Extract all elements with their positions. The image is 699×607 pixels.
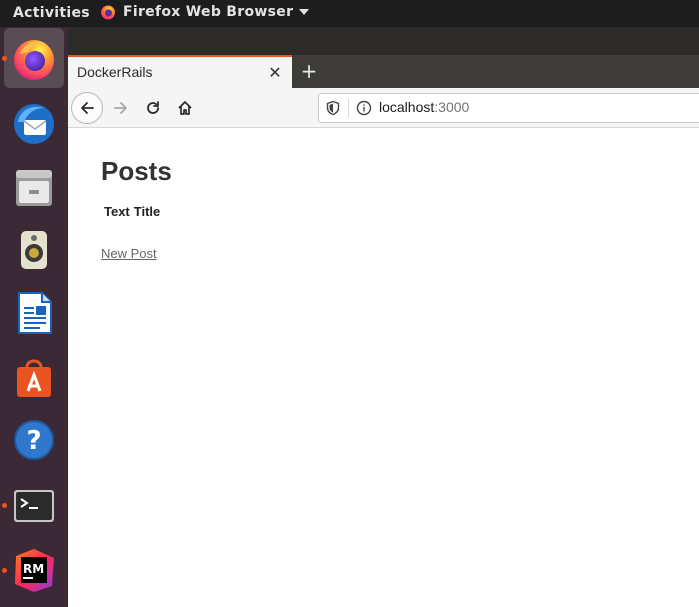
thunderbird-icon [14,104,54,144]
rubymine-icon: RM [15,549,54,592]
running-indicator [2,56,7,61]
home-button[interactable] [169,92,201,124]
software-center-icon [17,359,51,397]
libreoffice-writer-icon [18,292,52,334]
browser-window: DockerRails ✕ + localhost:3000 Posts Tex… [68,27,699,607]
dock-item-terminal[interactable] [4,476,64,536]
arrow-right-icon [114,102,127,114]
dock-item-rhythmbox[interactable] [4,220,64,280]
files-icon [16,170,52,206]
activities-button[interactable]: Activities [13,5,90,21]
dock-item-help[interactable]: ? [4,410,64,470]
firefox-small-icon [101,5,115,20]
reload-button[interactable] [137,92,169,124]
dock-item-firefox[interactable] [4,28,64,88]
url-text[interactable]: localhost:3000 [379,99,469,115]
dock-item-writer[interactable] [4,283,64,343]
home-icon [178,101,192,115]
navigation-toolbar: localhost:3000 [68,88,699,128]
running-indicator [2,568,7,573]
url-bar[interactable]: localhost:3000 [318,93,699,123]
table-header-row: Text Title [103,203,161,220]
dock-item-thunderbird[interactable] [4,94,64,154]
forward-button[interactable] [105,92,137,124]
info-icon[interactable] [356,100,372,116]
column-header-title: Title [133,204,161,219]
svg-text:?: ? [26,426,41,456]
new-post-link[interactable]: New Post [101,246,157,261]
posts-table: Text Title [101,201,163,222]
arrow-left-icon [81,102,94,114]
url-port: :3000 [434,99,470,115]
rubymine-label: RM [23,562,44,576]
chevron-down-icon [299,9,310,15]
page-title: Posts [101,156,172,186]
rhythmbox-icon [21,231,47,269]
dock: ? RM [0,27,68,607]
url-host: localhost [379,99,435,115]
url-separator [348,99,349,117]
tab-title: DockerRails [77,64,153,80]
firefox-icon [14,40,54,80]
reload-icon [147,101,159,114]
title-bar [68,27,699,55]
tab-dockerrails[interactable]: DockerRails ✕ [68,55,292,88]
dock-item-files[interactable] [4,157,64,217]
running-indicator [2,503,7,508]
help-icon: ? [14,420,54,460]
app-menu-label: Firefox Web Browser [123,4,294,20]
tab-bar: DockerRails ✕ + [68,27,699,88]
column-header-text: Text [104,204,130,219]
close-icon[interactable]: ✕ [266,63,284,82]
top-bar: Activities Firefox Web Browser [0,0,699,27]
dock-item-rubymine[interactable]: RM [4,540,64,600]
terminal-icon [14,490,54,522]
app-menu[interactable]: Firefox Web Browser [100,4,310,20]
new-tab-button[interactable]: + [298,60,320,82]
dock-item-software[interactable] [4,347,64,407]
shield-icon[interactable] [325,100,341,116]
desktop-screen: Activities Firefox Web Browser ? RM Dock… [0,0,699,607]
page-content: Posts Text Title New Post [68,128,699,607]
back-button[interactable] [71,92,103,124]
